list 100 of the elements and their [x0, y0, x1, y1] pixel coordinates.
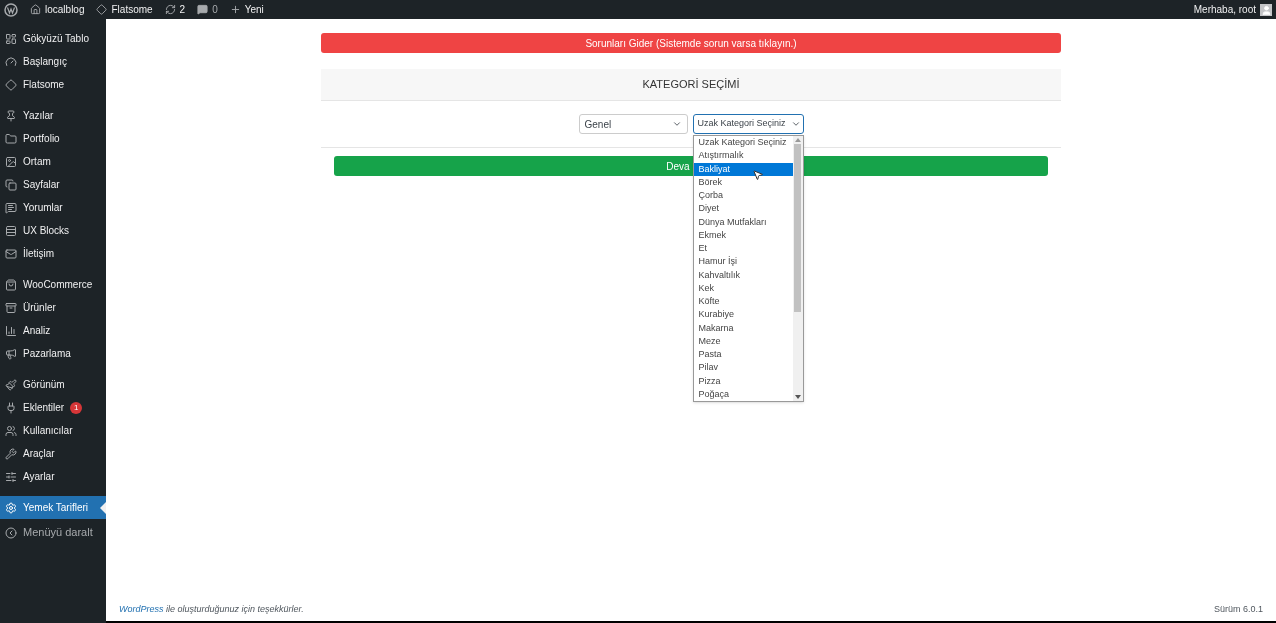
site-link[interactable]: localblog: [30, 2, 85, 17]
dropdown-option[interactable]: Çorba: [693, 189, 793, 203]
select-value: Genel: [584, 117, 612, 132]
sidebar-item[interactable]: Eklentiler 1: [0, 396, 106, 419]
dropdown-option[interactable]: Pizza: [693, 374, 793, 388]
paintbrush-icon: [5, 378, 17, 391]
updates-link[interactable]: 2: [164, 2, 186, 17]
bar-chart-icon: [5, 324, 17, 337]
sidebar-item[interactable]: İletişim: [0, 242, 106, 265]
updates-count: 2: [179, 3, 186, 17]
sidebar-item[interactable]: Analiz: [0, 319, 106, 342]
dropdown-option[interactable]: Et: [693, 242, 793, 256]
comment-icon: [5, 201, 17, 214]
wordpress-logo-icon[interactable]: [4, 2, 18, 17]
site-name: localblog: [45, 3, 85, 17]
dropdown-option[interactable]: Kurabiye: [693, 308, 793, 322]
sliders-icon: [5, 470, 17, 483]
sidebar-item[interactable]: Yemek Tarifleri: [0, 496, 106, 519]
folder-icon: [5, 132, 17, 145]
users-icon: [5, 424, 17, 437]
pages-icon: [5, 178, 17, 191]
sidebar-item[interactable]: Görünüm: [0, 373, 106, 396]
sidebar-label: Flatsome: [23, 78, 65, 92]
theme-link[interactable]: Flatsome: [96, 2, 153, 17]
sidebar-item[interactable]: Flatsome: [0, 73, 106, 96]
plug-icon: [5, 401, 17, 414]
sidebar-item[interactable]: Gökyüzü Tablo: [0, 27, 106, 50]
sidebar-label: Yemek Tarifleri: [23, 501, 89, 515]
version-text: Sürüm 6.0.1: [1213, 603, 1263, 617]
comment-icon: [197, 4, 209, 15]
sidebar-item[interactable]: Başlangıç: [0, 50, 106, 73]
account-link[interactable]: Merhaba, root: [1193, 2, 1272, 17]
comments-link[interactable]: 0: [197, 2, 218, 17]
scrollbar[interactable]: [792, 136, 803, 401]
sidebar-label: Ayarlar: [23, 470, 55, 484]
dropdown-option[interactable]: Diyet: [693, 202, 793, 216]
sidebar-item[interactable]: Ürünler: [0, 296, 106, 319]
dropdown-option[interactable]: Meze: [693, 334, 793, 348]
sidebar-item[interactable]: Kullanıcılar: [0, 419, 106, 442]
dropdown-option[interactable]: Uzak Kategori Seçiniz: [693, 136, 793, 150]
sidebar-label: UX Blocks: [23, 224, 70, 238]
new-label: Yeni: [244, 3, 264, 17]
sidebar-label: Analiz: [23, 324, 51, 338]
dropdown-option[interactable]: Pasta: [693, 348, 793, 362]
dropdown-option[interactable]: Poğaça: [693, 387, 793, 401]
category-select[interactable]: Genel: [578, 114, 688, 134]
collapse-menu[interactable]: Menüyü daralt: [0, 521, 106, 544]
gauge-icon: [5, 55, 17, 68]
sidebar-item[interactable]: Araçlar: [0, 442, 106, 465]
wordpress-link[interactable]: WordPress: [119, 604, 164, 615]
dropdown-option[interactable]: Hamur İşi: [693, 255, 793, 269]
dropdown-option[interactable]: Kek: [693, 281, 793, 295]
sidebar-label: İletişim: [23, 246, 55, 261]
subcategory-select[interactable]: Uzak Kategori Seçiniz: [692, 114, 804, 134]
refresh-icon: [164, 4, 176, 15]
dropdown-option[interactable]: Makarna: [693, 321, 793, 335]
wrench-icon: [5, 447, 17, 460]
cursor-icon: [751, 169, 764, 181]
troubleshoot-banner[interactable]: Sorunları Gider (Sistemde sorun varsa tıklayın.): [321, 33, 1061, 53]
sidebar-label: Ürünler: [23, 301, 56, 315]
theme-name: Flatsome: [111, 3, 153, 17]
sidebar-item[interactable]: Yorumlar: [0, 196, 106, 219]
sidebar-item[interactable]: Ortam: [0, 150, 106, 173]
footer-text: WordPress ile oluşturduğunuz için teşekkürler.: [119, 603, 304, 617]
mail-icon: [5, 247, 17, 260]
sidebar-label: Yazılar: [23, 109, 54, 123]
sidebar-label: WooCommerce: [23, 278, 93, 292]
dropdown-option[interactable]: Kahvaltılık: [693, 268, 793, 282]
sidebar-label: Pazarlama: [23, 347, 71, 361]
comments-count: 0: [212, 3, 218, 17]
plus-icon: [229, 4, 241, 15]
dropdown-option[interactable]: Bakliyat: [693, 162, 793, 176]
collapse-label: Menüyü daralt: [23, 525, 93, 541]
sidebar-item[interactable]: Ayarlar: [0, 465, 106, 488]
sidebar-item[interactable]: Portfolio: [0, 127, 106, 150]
current-pointer-icon: [100, 502, 106, 514]
media-icon: [5, 155, 17, 168]
panel-title: KATEGORİ SEÇİMİ: [642, 77, 740, 93]
avatar-icon: [1260, 3, 1272, 16]
blocks-icon: [5, 224, 17, 237]
sidebar-item[interactable]: UX Blocks: [0, 219, 106, 242]
select-value: Uzak Kategori Seçiniz: [697, 117, 786, 131]
dropdown-option[interactable]: Pilav: [693, 361, 793, 375]
sidebar-item[interactable]: WooCommerce: [0, 273, 106, 296]
chevron-down-icon: [671, 119, 682, 129]
shop-icon: [5, 278, 17, 291]
dropdown-option[interactable]: Dünya Mutfakları: [693, 215, 793, 229]
scroll-down-icon[interactable]: [794, 394, 801, 400]
dropdown-option[interactable]: Köfte: [693, 295, 793, 309]
sidebar-item[interactable]: Yazılar: [0, 104, 106, 127]
sidebar-item[interactable]: Sayfalar: [0, 173, 106, 196]
greeting: Merhaba, root: [1193, 3, 1256, 17]
dropdown-option[interactable]: Börek: [693, 175, 793, 189]
diamond-icon: [96, 4, 108, 15]
sidebar-item[interactable]: Pazarlama: [0, 342, 106, 365]
sidebar-label: Kullanıcılar: [23, 424, 73, 438]
dropdown-option[interactable]: Ekmek: [693, 228, 793, 242]
sidebar-label: Gökyüzü Tablo: [23, 32, 89, 46]
sidebar-label: Eklentiler: [23, 401, 65, 415]
new-link[interactable]: Yeni: [229, 2, 264, 17]
